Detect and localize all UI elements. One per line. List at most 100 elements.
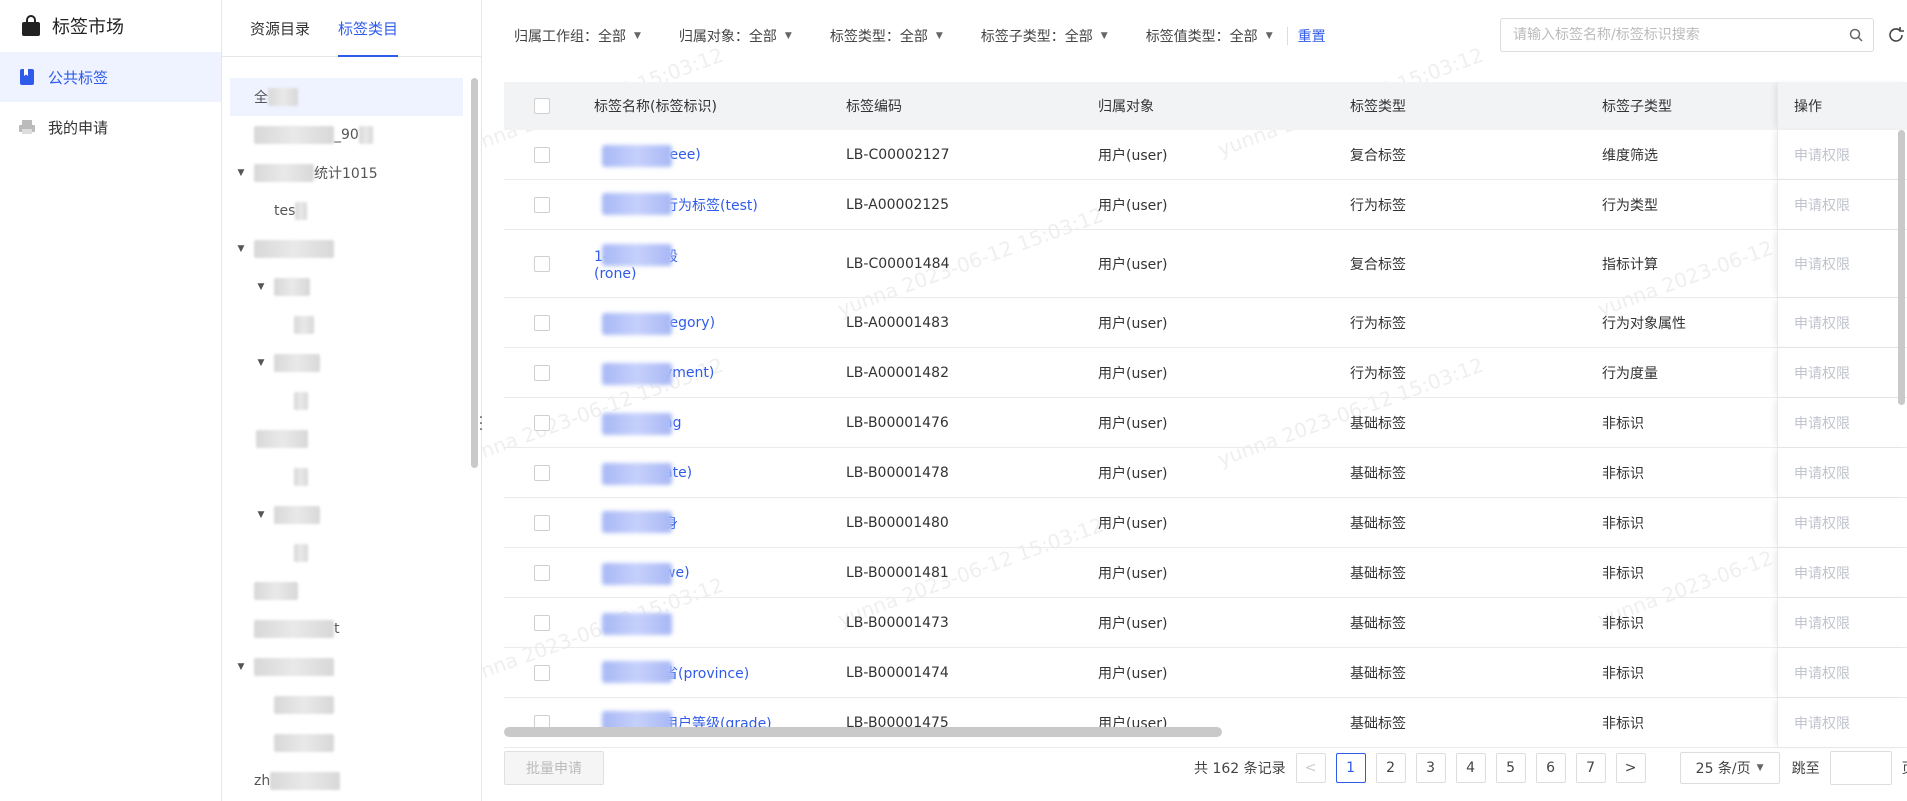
page-button[interactable]: 1 bbox=[1335, 753, 1366, 783]
table-vertical-scrollbar[interactable] bbox=[1898, 130, 1905, 405]
col-header-code: 标签编码 bbox=[846, 99, 902, 115]
search-icon[interactable] bbox=[1839, 28, 1873, 42]
tree-node[interactable] bbox=[230, 306, 463, 344]
request-permission-link[interactable]: 申请权限 bbox=[1794, 363, 1850, 383]
filter-tag-type[interactable]: 标签类型：全部 ▼ bbox=[830, 26, 943, 46]
filter-object[interactable]: 归属对象：全部 ▼ bbox=[679, 26, 792, 46]
cell-code: LB-B00001474 bbox=[846, 664, 949, 681]
page-size-select[interactable]: 25 条/页 ▼ bbox=[1679, 752, 1780, 784]
request-permission-link[interactable]: 申请权限 bbox=[1794, 413, 1850, 433]
tree-scrollbar[interactable] bbox=[471, 78, 478, 468]
nav-item-my-requests[interactable]: 我的申请 bbox=[0, 102, 221, 152]
request-permission-link[interactable]: 申请权限 bbox=[1794, 563, 1850, 583]
page-button[interactable]: 2 bbox=[1375, 753, 1406, 783]
request-permission-link[interactable]: 申请权限 bbox=[1794, 145, 1850, 165]
request-permission-link[interactable]: 申请权限 bbox=[1794, 513, 1850, 533]
tree-node[interactable]: ▼ bbox=[230, 496, 463, 534]
jump-page-input[interactable] bbox=[1829, 751, 1892, 785]
row-checkbox[interactable] bbox=[534, 614, 550, 631]
caret-down-icon[interactable]: ▼ bbox=[236, 168, 246, 178]
cell-name: ) bbox=[594, 612, 846, 635]
caret-down-icon[interactable]: ▼ bbox=[236, 244, 246, 254]
page-button[interactable]: 4 bbox=[1455, 753, 1486, 783]
request-permission-link[interactable]: 申请权限 bbox=[1794, 195, 1850, 215]
cell-code: LB-C00002127 bbox=[846, 146, 950, 163]
request-permission-link[interactable]: 申请权限 bbox=[1794, 663, 1850, 683]
page-button[interactable]: 7 bbox=[1575, 753, 1606, 783]
row-checkbox[interactable] bbox=[534, 314, 550, 331]
next-page-button[interactable]: > bbox=[1615, 753, 1646, 783]
row-checkbox[interactable] bbox=[534, 364, 550, 381]
refresh-icon[interactable] bbox=[1886, 22, 1906, 48]
tree-node[interactable] bbox=[230, 724, 463, 762]
prev-page-button[interactable]: < bbox=[1295, 753, 1326, 783]
tree-node[interactable]: ▼ bbox=[230, 344, 463, 382]
category-tree: 全 _90 ▼ 统计1015 tes ▼ ▼ ▼ ▼ t ▼ zh bbox=[230, 78, 463, 800]
page-button[interactable]: 3 bbox=[1415, 753, 1446, 783]
cell-name: 省(province) bbox=[594, 660, 846, 683]
page-suffix: 页 bbox=[1902, 758, 1907, 778]
tree-node[interactable] bbox=[230, 458, 463, 496]
filter-tag-subtype[interactable]: 标签子类型：全部 ▼ bbox=[981, 26, 1108, 46]
caret-down-icon[interactable]: ▼ bbox=[256, 358, 266, 368]
filter-workgroup[interactable]: 归属工作组：全部 ▼ bbox=[514, 26, 641, 46]
tag-name-link[interactable]: (rone) bbox=[594, 266, 636, 282]
tree-node[interactable]: ▼ bbox=[230, 268, 463, 306]
caret-down-icon[interactable]: ▼ bbox=[256, 510, 266, 520]
col-header-op: 操作 bbox=[1777, 82, 1907, 130]
tab-tag-category[interactable]: 标签类目 bbox=[338, 0, 399, 57]
tree-node[interactable]: ▼ bbox=[230, 648, 463, 686]
cell-object: 用户(user) bbox=[1098, 365, 1168, 382]
cell-object: 用户(user) bbox=[1098, 565, 1168, 582]
cell-type: 基础标签 bbox=[1350, 665, 1406, 682]
cell-type: 基础标签 bbox=[1350, 715, 1406, 732]
cell-subtype: 非标识 bbox=[1602, 715, 1644, 732]
request-permission-link[interactable]: 申请权限 bbox=[1794, 254, 1850, 274]
tree-node[interactable]: zh bbox=[230, 762, 463, 800]
tab-resource-directory[interactable]: 资源目录 bbox=[250, 0, 310, 56]
filter-value-type[interactable]: 标签值类型：全部 ▼ bbox=[1146, 26, 1273, 46]
cell-op: 申请权限 bbox=[1777, 398, 1907, 447]
tree-node[interactable] bbox=[230, 534, 463, 572]
tree-node[interactable]: 全 bbox=[230, 78, 463, 116]
request-permission-link[interactable]: 申请权限 bbox=[1794, 313, 1850, 333]
tree-node[interactable]: tes bbox=[230, 192, 463, 230]
total-count: 共 162 条记录 bbox=[1194, 761, 1286, 777]
tree-node[interactable] bbox=[230, 382, 463, 420]
page-button[interactable]: 6 bbox=[1535, 753, 1566, 783]
cell-object: 用户(user) bbox=[1098, 197, 1168, 214]
request-permission-link[interactable]: 申请权限 bbox=[1794, 613, 1850, 633]
tree-node[interactable]: ▼ 统计1015 bbox=[230, 154, 463, 192]
table-body: (eee) LB-C00002127 用户(user) 复合标签 维度筛选 申请… bbox=[504, 130, 1907, 748]
row-checkbox[interactable] bbox=[534, 146, 550, 163]
row-checkbox[interactable] bbox=[534, 255, 550, 272]
tree-node[interactable] bbox=[230, 572, 463, 610]
reset-button[interactable]: 重置 bbox=[1298, 26, 1326, 46]
cell-type: 复合标签 bbox=[1350, 256, 1406, 273]
request-permission-link[interactable]: 申请权限 bbox=[1794, 713, 1850, 733]
tree-node[interactable]: _90 bbox=[230, 116, 463, 154]
select-all-checkbox[interactable] bbox=[534, 98, 550, 114]
page-button[interactable]: 5 bbox=[1495, 753, 1526, 783]
tree-node[interactable]: t bbox=[230, 610, 463, 648]
cell-subtype: 维度筛选 bbox=[1602, 147, 1658, 164]
tree-node[interactable] bbox=[230, 686, 463, 724]
row-checkbox[interactable] bbox=[534, 664, 550, 681]
cell-subtype: 行为度量 bbox=[1602, 365, 1658, 382]
panel-splitter-handle[interactable]: · · · bbox=[478, 411, 484, 439]
batch-request-button[interactable]: 批量申请 bbox=[504, 751, 604, 785]
row-checkbox[interactable] bbox=[534, 564, 550, 581]
row-checkbox[interactable] bbox=[534, 414, 550, 431]
caret-down-icon[interactable]: ▼ bbox=[256, 282, 266, 292]
cell-type: 行为标签 bbox=[1350, 315, 1406, 332]
nav-item-public-tags[interactable]: 公共标签 bbox=[0, 52, 221, 102]
caret-down-icon[interactable]: ▼ bbox=[236, 662, 246, 672]
request-permission-link[interactable]: 申请权限 bbox=[1794, 463, 1850, 483]
search-input[interactable] bbox=[1501, 27, 1839, 43]
row-checkbox[interactable] bbox=[534, 464, 550, 481]
tree-node[interactable]: ▼ bbox=[230, 230, 463, 268]
table-horizontal-scrollbar[interactable] bbox=[504, 727, 1222, 737]
tree-node[interactable] bbox=[230, 420, 463, 458]
row-checkbox[interactable] bbox=[534, 514, 550, 531]
row-checkbox[interactable] bbox=[534, 196, 550, 213]
